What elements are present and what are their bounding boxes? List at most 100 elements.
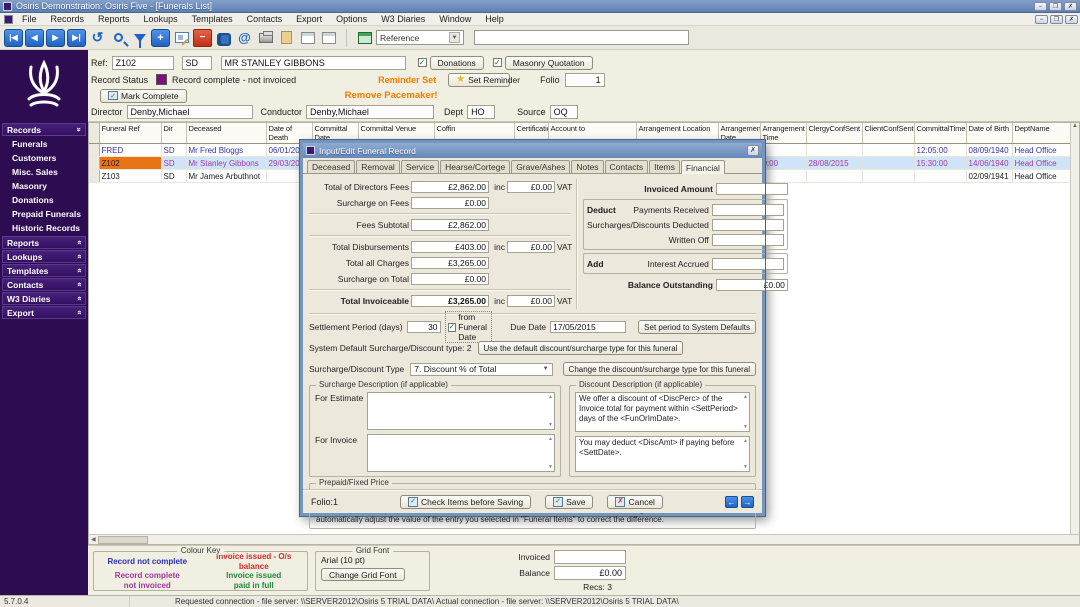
- grid-view-icon[interactable]: [298, 29, 317, 47]
- change-grid-font-button[interactable]: Change Grid Font: [321, 568, 405, 581]
- fees-subtotal-input[interactable]: [411, 219, 489, 231]
- save-button[interactable]: ✓ Save: [545, 494, 594, 509]
- surcharges-deducted-input[interactable]: [711, 218, 784, 231]
- filter-icon[interactable]: [130, 29, 149, 48]
- sidebar-section-lookups[interactable]: Lookups »: [2, 250, 86, 263]
- disbursements-vat-input[interactable]: [507, 241, 555, 253]
- total-invoiceable-vat-input[interactable]: [507, 295, 555, 307]
- menu-contacts[interactable]: Contacts: [240, 14, 290, 24]
- menu-records[interactable]: Records: [44, 14, 92, 24]
- col-dept-name[interactable]: DeptName: [1012, 123, 1073, 144]
- delete-record-button[interactable]: −: [193, 28, 212, 47]
- table-columns-icon[interactable]: [355, 29, 374, 47]
- scroll-left-icon[interactable]: ◀: [89, 536, 96, 543]
- vertical-scrollbar[interactable]: ▲: [1070, 123, 1079, 535]
- tab-deceased[interactable]: Deceased: [307, 160, 356, 173]
- from-funeral-date-option[interactable]: from Funeral Date: [444, 311, 493, 343]
- sidebar-item-misc-sales[interactable]: Misc. Sales: [0, 165, 88, 179]
- col-clergy-conf-sent[interactable]: ClergyConfSent: [806, 123, 863, 144]
- tab-grave-ashes[interactable]: Grave/Ashes: [511, 160, 571, 173]
- sidebar-item-historic-records[interactable]: Historic Records: [0, 221, 88, 235]
- tab-service[interactable]: Service: [400, 160, 440, 173]
- menu-file[interactable]: File: [15, 14, 44, 24]
- sidebar-section-templates[interactable]: Templates »: [2, 264, 86, 277]
- tab-notes[interactable]: Notes: [571, 160, 604, 173]
- mdi-close-button[interactable]: ✗: [1065, 14, 1078, 24]
- invoiced-amount-input[interactable]: [715, 182, 788, 195]
- mdi-restore-button[interactable]: ❐: [1050, 14, 1063, 24]
- col-dir[interactable]: Dir: [161, 123, 187, 144]
- edit-record-icon[interactable]: [172, 29, 191, 47]
- masonry-quotation-checkbox[interactable]: [492, 58, 502, 67]
- minimize-button[interactable]: −: [1034, 1, 1047, 11]
- print-icon[interactable]: [256, 29, 275, 47]
- tab-items[interactable]: Items: [649, 160, 680, 173]
- col-date-of-birth[interactable]: Date of Birth: [966, 123, 1013, 144]
- menu-reports[interactable]: Reports: [91, 14, 137, 24]
- close-button[interactable]: ✗: [1064, 1, 1077, 11]
- surcharge-total-input[interactable]: [411, 273, 489, 285]
- sidebar-section-export[interactable]: Export »: [2, 306, 86, 319]
- for-invoice-textarea[interactable]: ▲ ▼: [367, 434, 555, 472]
- menu-lookups[interactable]: Lookups: [137, 14, 185, 24]
- payments-received-input[interactable]: [711, 203, 784, 216]
- sidebar-item-customers[interactable]: Customers: [0, 151, 88, 165]
- previous-arrow-button[interactable]: ←: [724, 495, 738, 508]
- tab-removal[interactable]: Removal: [356, 160, 400, 173]
- first-record-button[interactable]: |◀: [4, 28, 23, 47]
- dir-input[interactable]: [181, 55, 212, 70]
- horizontal-scrollbar[interactable]: ◀: [89, 534, 1079, 544]
- discount-text-1-textarea[interactable]: We offer a discount of <DiscPerc> of the…: [575, 392, 750, 432]
- next-record-button[interactable]: ▶: [46, 28, 65, 47]
- total-invoiceable-input[interactable]: [411, 295, 489, 307]
- add-record-button[interactable]: +: [151, 28, 170, 47]
- sidebar-section-contacts[interactable]: Contacts »: [2, 278, 86, 291]
- menu-w3-diaries[interactable]: W3 Diaries: [374, 14, 432, 24]
- balance-total-input[interactable]: [554, 566, 626, 580]
- tab-financial[interactable]: Financial: [680, 160, 725, 174]
- sidebar-section-w3-diaries[interactable]: W3 Diaries »: [2, 292, 86, 305]
- written-off-input[interactable]: [711, 233, 784, 246]
- due-date-input[interactable]: [550, 321, 627, 333]
- directors-fees-vat-input[interactable]: [507, 181, 555, 193]
- source-input[interactable]: [549, 104, 578, 119]
- refresh-icon[interactable]: ↺: [88, 29, 107, 47]
- masonry-quotation-button[interactable]: Masonry Quotation: [504, 55, 593, 70]
- restore-button[interactable]: ❐: [1049, 1, 1062, 11]
- last-record-button[interactable]: ▶|: [67, 28, 86, 47]
- use-default-type-button[interactable]: Use the default discount/surcharge type …: [477, 341, 684, 355]
- sidebar-item-donations[interactable]: Donations: [0, 193, 88, 207]
- previous-record-button[interactable]: ◀: [25, 28, 44, 47]
- reference-field-selector[interactable]: Reference ▼: [376, 30, 464, 45]
- donations-checkbox[interactable]: [417, 58, 427, 67]
- surcharge-fees-input[interactable]: [411, 197, 489, 209]
- col-client-conf-sent[interactable]: ClientConfSent: [862, 123, 915, 144]
- balance-outstanding-input[interactable]: [715, 278, 788, 291]
- grid-view-2-icon[interactable]: [319, 29, 338, 47]
- col-funeral-ref[interactable]: Funeral Ref: [99, 123, 162, 144]
- menu-templates[interactable]: Templates: [185, 14, 240, 24]
- sidebar-section-reports[interactable]: Reports »: [2, 236, 86, 249]
- deceased-name-input[interactable]: [220, 55, 406, 70]
- check-items-button[interactable]: ✓ Check Items before Saving: [400, 494, 532, 509]
- sidebar-section-records[interactable]: Records »: [2, 123, 86, 136]
- settlement-period-input[interactable]: [406, 321, 441, 333]
- interest-accrued-input[interactable]: [711, 257, 784, 270]
- discount-text-2-textarea[interactable]: You may deduct <DiscAmt> if paying befor…: [575, 436, 750, 472]
- disbursements-input[interactable]: [411, 241, 489, 253]
- copy-icon[interactable]: [277, 29, 296, 47]
- director-input[interactable]: [126, 104, 253, 119]
- sidebar-item-prepaid-funerals[interactable]: Prepaid Funerals: [0, 207, 88, 221]
- set-reminder-button[interactable]: ★ Set Reminder: [448, 72, 520, 87]
- dept-input[interactable]: [467, 104, 496, 119]
- tab-hearse-cortege[interactable]: Hearse/Cortege: [440, 160, 511, 173]
- tab-contacts[interactable]: Contacts: [604, 160, 649, 173]
- invoiced-total-input[interactable]: [554, 550, 626, 564]
- col-deceased[interactable]: Deceased: [186, 123, 267, 144]
- mdi-minimize-button[interactable]: −: [1035, 14, 1048, 24]
- email-icon[interactable]: @: [235, 29, 254, 47]
- cancel-button[interactable]: ✗ Cancel: [607, 494, 663, 509]
- col-committal-time[interactable]: CommittalTime: [914, 123, 967, 144]
- from-funeral-date-checkbox[interactable]: [447, 322, 457, 332]
- conductor-input[interactable]: [306, 104, 435, 119]
